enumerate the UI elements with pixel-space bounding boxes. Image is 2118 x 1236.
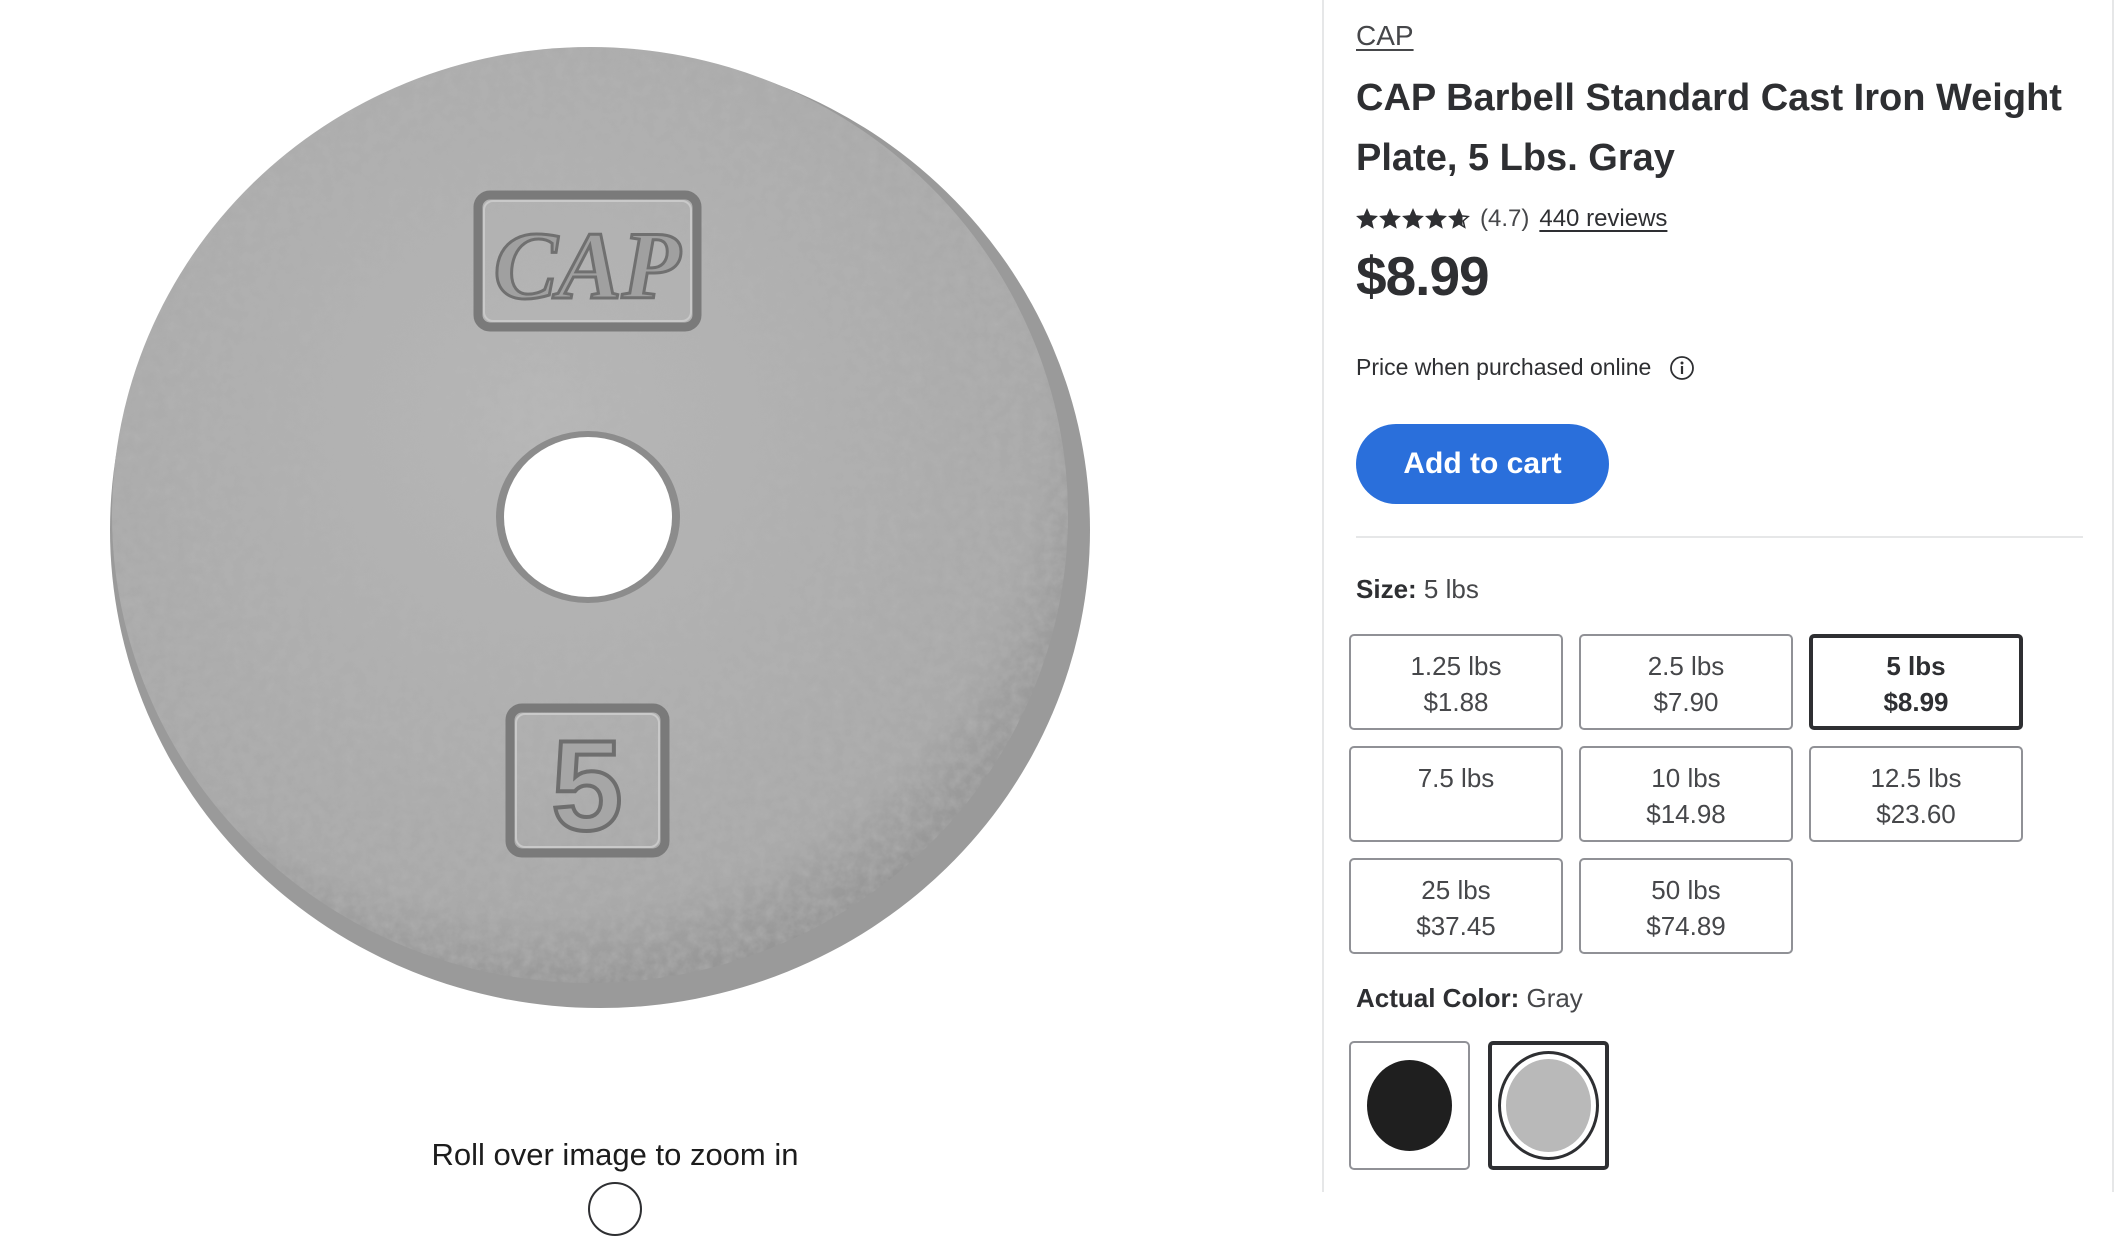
pane-divider <box>1322 0 1324 1192</box>
rating-row: (4.7) 440 reviews <box>1356 202 1667 236</box>
size-option-price: $8.99 <box>1883 687 1949 717</box>
size-label: Size: 5 lbs <box>1356 574 1479 605</box>
price-note-text: Price when purchased online <box>1356 354 1652 380</box>
size-option-50-lbs[interactable]: 50 lbs $74.89 <box>1579 858 1793 954</box>
product-image-pane[interactable]: CAP 5 Roll over image to zoom in <box>0 0 1322 1236</box>
size-option-2-5-lbs[interactable]: 2.5 lbs $7.90 <box>1579 634 1793 730</box>
black-swatch-image <box>1367 1060 1452 1151</box>
size-option-price: $37.45 <box>1416 911 1496 941</box>
product-title: CAP Barbell Standard Cast Iron Weight Pl… <box>1356 77 2062 179</box>
size-option-12-5-lbs[interactable]: 12.5 lbs $23.60 <box>1809 746 2023 842</box>
star-rating <box>1356 208 1470 230</box>
size-option-1-25-lbs[interactable]: 1.25 lbs $1.88 <box>1349 634 1563 730</box>
size-option-weight: 1.25 lbs <box>1410 651 1502 681</box>
size-option-weight: 5 lbs <box>1886 651 1946 681</box>
size-option-10-lbs[interactable]: 10 lbs $14.98 <box>1579 746 1793 842</box>
size-option-price: $14.98 <box>1646 799 1726 829</box>
weight-plate-image[interactable]: CAP 5 <box>100 20 1090 1010</box>
star-icon <box>1379 208 1401 229</box>
star-icon <box>1448 208 1470 229</box>
size-option-5-lbs[interactable]: 5 lbs $8.99 <box>1809 634 2023 730</box>
size-option-weight: 25 lbs <box>1421 875 1491 905</box>
color-label: Actual Color: Gray <box>1356 983 1583 1014</box>
color-label-key: Actual Color: <box>1356 983 1520 1013</box>
color-selected-value: Gray <box>1526 983 1583 1013</box>
reviews-link[interactable]: 440 reviews <box>1539 205 1667 233</box>
color-swatch-black[interactable] <box>1349 1041 1470 1170</box>
price: $8.99 <box>1356 245 1490 307</box>
size-selected-value: 5 lbs <box>1423 574 1479 604</box>
star-icon <box>1356 208 1378 229</box>
zoom-hint: Roll over image to zoom in <box>431 1137 799 1172</box>
size-option-weight: 2.5 lbs <box>1647 651 1725 681</box>
info-icon[interactable] <box>1669 355 1695 381</box>
size-option-7-5-lbs[interactable]: 7.5 lbs <box>1349 746 1563 842</box>
svg-text:5: 5 <box>551 715 622 858</box>
scrollbar-track[interactable] <box>2112 0 2114 1192</box>
size-option-25-lbs[interactable]: 25 lbs $37.45 <box>1349 858 1563 954</box>
size-option-weight: 10 lbs <box>1651 763 1721 793</box>
size-label-key: Size: <box>1356 574 1417 604</box>
size-option-price: $7.90 <box>1653 687 1719 717</box>
star-icon <box>1425 208 1447 229</box>
section-divider <box>1356 536 2083 538</box>
color-swatch-gray[interactable] <box>1488 1041 1609 1170</box>
size-option-weight: 12.5 lbs <box>1870 763 1962 793</box>
size-option-weight: 7.5 lbs <box>1417 763 1495 793</box>
size-option-price: $74.89 <box>1646 911 1726 941</box>
add-to-cart-button[interactable]: Add to cart <box>1356 424 1609 504</box>
size-option-price: $1.88 <box>1423 687 1489 717</box>
star-icon <box>1402 208 1424 229</box>
zoom-icon[interactable] <box>588 1182 642 1236</box>
cap-logo-emboss: CAP <box>473 190 702 332</box>
size-option-weight: 50 lbs <box>1651 875 1721 905</box>
size-option-price: $23.60 <box>1876 799 1956 829</box>
svg-text:CAP: CAP <box>494 212 682 319</box>
rating-value: (4.7) <box>1480 205 1530 232</box>
brand-link[interactable]: CAP <box>1356 20 1414 52</box>
price-note: Price when purchased online <box>1356 354 1695 381</box>
gray-swatch-image <box>1506 1059 1591 1152</box>
